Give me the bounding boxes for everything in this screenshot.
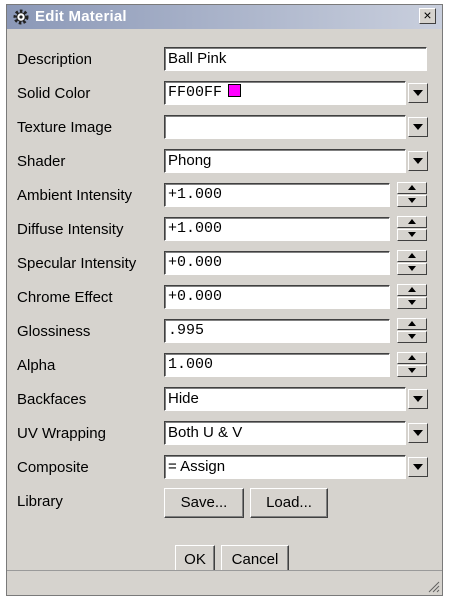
arrow-up-icon (408, 185, 416, 190)
backfaces-combo[interactable]: Hide (164, 387, 406, 411)
ambient-intensity-label: Ambient Intensity (17, 187, 133, 204)
chevron-down-icon (413, 430, 423, 436)
status-bar (7, 570, 442, 595)
gear-icon (13, 9, 29, 25)
diffuse-intensity-label: Diffuse Intensity (17, 221, 124, 238)
glossiness-input[interactable]: .995 (164, 319, 390, 343)
solid-color-label: Solid Color (17, 85, 91, 102)
arrow-up-icon (408, 253, 416, 258)
shader-row: Shader Phong (7, 147, 444, 175)
chevron-down-icon (413, 158, 423, 164)
chrome-effect-spinner (397, 284, 427, 310)
chevron-down-icon (413, 464, 423, 470)
solid-color-dropdown-button[interactable] (408, 83, 428, 103)
shader-label: Shader (17, 153, 66, 170)
color-swatch (228, 84, 242, 98)
glossiness-spinner (397, 318, 427, 344)
alpha-up-button[interactable] (397, 352, 427, 364)
glossiness-row: Glossiness .995 (7, 317, 444, 345)
library-label: Library (17, 493, 63, 510)
arrow-up-icon (408, 219, 416, 224)
solid-color-combo[interactable]: FF00FF (164, 81, 406, 105)
uv-wrapping-row: UV Wrapping Both U & V (7, 419, 444, 447)
specular-intensity-up-button[interactable] (397, 250, 427, 262)
ambient-intensity-down-button[interactable] (397, 195, 427, 207)
chrome-effect-label: Chrome Effect (17, 289, 113, 306)
alpha-label: Alpha (17, 357, 56, 374)
chevron-down-icon (413, 396, 423, 402)
chevron-down-icon (413, 90, 423, 96)
uv-wrapping-dropdown-button[interactable] (408, 423, 428, 443)
arrow-up-icon (408, 355, 416, 360)
ambient-intensity-input[interactable]: +1.000 (164, 183, 390, 207)
diffuse-intensity-up-button[interactable] (397, 216, 427, 228)
composite-label: Composite (17, 459, 89, 476)
backfaces-row: Backfaces Hide (7, 385, 444, 413)
chrome-effect-row: Chrome Effect +0.000 (7, 283, 444, 311)
library-save-button[interactable]: Save... (164, 488, 244, 518)
shader-dropdown-button[interactable] (408, 151, 428, 171)
diffuse-intensity-input[interactable]: +1.000 (164, 217, 390, 241)
chevron-down-icon (413, 124, 423, 130)
ambient-intensity-spinner (397, 182, 427, 208)
backfaces-dropdown-button[interactable] (408, 389, 428, 409)
alpha-down-button[interactable] (397, 365, 427, 377)
dialog-title: Edit Material (35, 8, 127, 25)
close-button[interactable]: × (419, 8, 436, 24)
composite-combo[interactable]: = Assign (164, 455, 406, 479)
title-bar[interactable]: Edit Material × (7, 5, 442, 29)
specular-intensity-down-button[interactable] (397, 263, 427, 275)
glossiness-down-button[interactable] (397, 331, 427, 343)
description-label: Description (17, 51, 93, 68)
shader-combo[interactable]: Phong (164, 149, 406, 173)
description-input[interactable]: Ball Pink (164, 47, 427, 71)
alpha-row: Alpha 1.000 (7, 351, 444, 379)
arrow-down-icon (408, 198, 416, 203)
chrome-effect-up-button[interactable] (397, 284, 427, 296)
uv-wrapping-combo[interactable]: Both U & V (164, 421, 406, 445)
diffuse-intensity-row: Diffuse Intensity +1.000 (7, 215, 444, 243)
uv-wrapping-label: UV Wrapping (17, 425, 106, 442)
arrow-down-icon (408, 266, 416, 271)
description-row: Description Ball Pink (7, 45, 444, 73)
alpha-spinner (397, 352, 427, 378)
chrome-effect-down-button[interactable] (397, 297, 427, 309)
arrow-up-icon (408, 287, 416, 292)
arrow-down-icon (408, 232, 416, 237)
glossiness-label: Glossiness (17, 323, 91, 340)
backfaces-label: Backfaces (17, 391, 87, 408)
solid-color-value: FF00FF (168, 84, 223, 101)
library-load-button[interactable]: Load... (250, 488, 328, 518)
specular-intensity-input[interactable]: +0.000 (164, 251, 390, 275)
close-icon: × (423, 7, 432, 23)
texture-image-dropdown-button[interactable] (408, 117, 428, 137)
composite-dropdown-button[interactable] (408, 457, 428, 477)
specular-intensity-spinner (397, 250, 427, 276)
arrow-down-icon (408, 300, 416, 305)
texture-image-label: Texture Image (17, 119, 113, 136)
ambient-intensity-up-button[interactable] (397, 182, 427, 194)
resize-grip-icon[interactable] (426, 579, 440, 593)
library-row: Library Save... Load... (7, 487, 444, 521)
texture-image-combo[interactable] (164, 115, 406, 139)
specular-intensity-row: Specular Intensity +0.000 (7, 249, 444, 277)
diffuse-intensity-down-button[interactable] (397, 229, 427, 241)
arrow-down-icon (408, 368, 416, 373)
arrow-down-icon (408, 334, 416, 339)
glossiness-up-button[interactable] (397, 318, 427, 330)
alpha-input[interactable]: 1.000 (164, 353, 390, 377)
chrome-effect-input[interactable]: +0.000 (164, 285, 390, 309)
arrow-up-icon (408, 321, 416, 326)
composite-row: Composite = Assign (7, 453, 444, 481)
ambient-intensity-row: Ambient Intensity +1.000 (7, 181, 444, 209)
diffuse-intensity-spinner (397, 216, 427, 242)
texture-image-row: Texture Image (7, 113, 444, 141)
solid-color-row: Solid Color FF00FF (7, 79, 444, 107)
specular-intensity-label: Specular Intensity (17, 255, 137, 272)
edit-material-dialog: Edit Material × Description Ball Pink So… (6, 4, 443, 596)
